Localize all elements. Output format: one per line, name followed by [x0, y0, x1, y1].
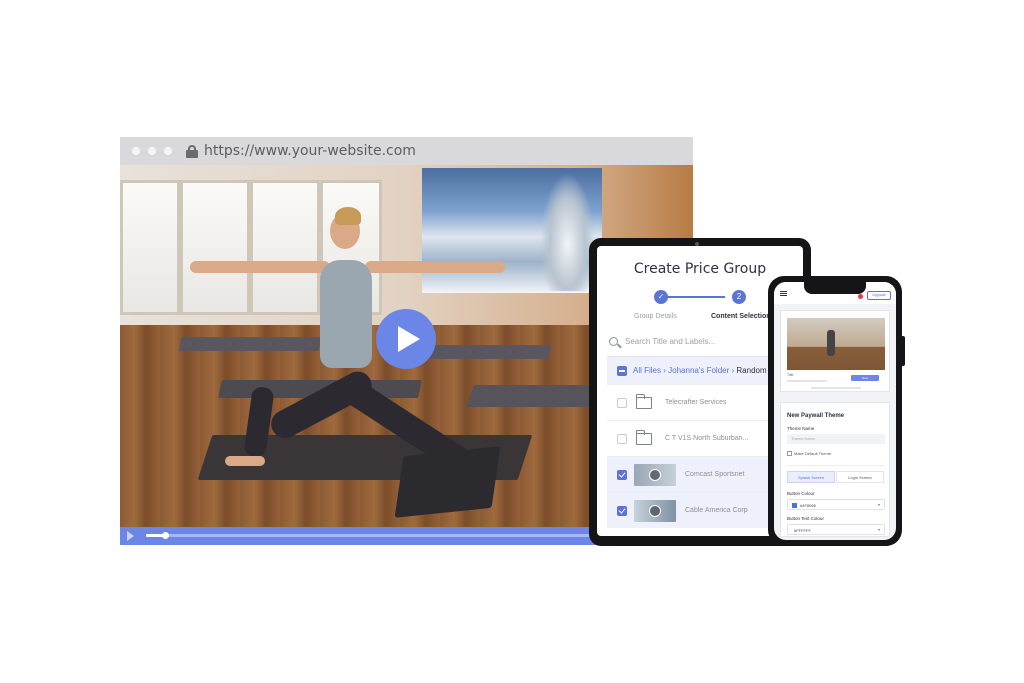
menu-icon[interactable] [780, 291, 787, 296]
progress-bar[interactable] [146, 532, 616, 539]
step-label: Group Details [634, 313, 677, 320]
window-dot[interactable] [132, 147, 140, 155]
folder-icon [635, 430, 652, 445]
video-scene-figure [320, 260, 372, 368]
preview-button[interactable]: Next [851, 375, 879, 381]
button-colour-select[interactable]: #4F8066 ▾ [787, 499, 885, 510]
video-scene-mat [465, 385, 600, 407]
video-scene-window [180, 180, 250, 315]
row-label: Comcast Sportsnet [685, 471, 745, 478]
play-icon[interactable] [127, 531, 134, 541]
video-thumbnail [634, 464, 676, 486]
video-scene-tree [540, 173, 595, 291]
form-heading: New Paywall Theme [787, 413, 845, 419]
row-checkbox[interactable] [617, 398, 627, 408]
video-scene-window [250, 180, 320, 315]
select-all-checkbox[interactable] [617, 366, 627, 376]
tab-login-screen[interactable]: Login Screen [836, 471, 884, 483]
breadcrumb-link[interactable]: Johanna's Folder [668, 366, 729, 375]
video-scene-window [120, 180, 180, 315]
phone-device: Upgrade Title Next New Paywall Theme The… [768, 276, 905, 546]
upgrade-button[interactable]: Upgrade [867, 291, 891, 300]
chevron-down-icon: ▾ [877, 502, 880, 507]
step-indicator[interactable]: 2 [732, 290, 746, 304]
phone-screen: Upgrade Title Next New Paywall Theme The… [774, 282, 896, 540]
step-label: Content Selection [711, 313, 771, 320]
field-label: Button Text Colour [787, 516, 824, 521]
search-placeholder: Search Title and Labels... [625, 337, 716, 346]
browser-address-bar: https://www.your-website.com [120, 137, 693, 165]
select-value: #4F8066 [800, 502, 816, 508]
button-text-colour-select[interactable]: #FFFFFF ▾ [787, 524, 885, 535]
play-icon [649, 469, 661, 481]
window-dot[interactable] [164, 147, 172, 155]
search-icon [609, 337, 618, 346]
url-text[interactable]: https://www.your-website.com [204, 143, 416, 159]
play-button[interactable] [376, 309, 436, 369]
breadcrumb-link[interactable]: All Files [633, 366, 661, 375]
video-scene-figure [335, 207, 361, 225]
theme-name-input[interactable]: Theme Name [787, 434, 885, 444]
theme-name-placeholder: Theme Name [791, 436, 816, 441]
preview-card: Title Next [780, 310, 890, 392]
default-theme-checkbox[interactable] [787, 451, 792, 456]
video-scene-mat [178, 337, 322, 351]
preview-field [787, 380, 827, 382]
phone-notch [804, 282, 866, 294]
row-label: Cable America Corp [685, 507, 748, 514]
field-label: Theme Name [787, 426, 815, 431]
video-thumbnail [634, 500, 676, 522]
row-label: Telecrafter Services [665, 399, 727, 406]
tab-splash-screen[interactable]: Splash Screen [787, 471, 835, 483]
page-title: Create Price Group [633, 261, 767, 277]
row-checkbox[interactable] [617, 506, 627, 516]
breadcrumb: All Files › Johanna's Folder › Random [633, 366, 767, 375]
preview-video[interactable] [787, 318, 885, 370]
video-scene-figure [190, 261, 330, 273]
select-value: #FFFFFF [794, 527, 811, 533]
window-dot[interactable] [148, 147, 156, 155]
play-icon [649, 505, 661, 517]
preview-field [811, 387, 861, 389]
video-scene-figure [225, 456, 265, 466]
row-label: C T V1S North Suburban... [665, 435, 749, 442]
video-scene-mat [418, 345, 552, 359]
row-checkbox[interactable] [617, 434, 627, 444]
chevron-down-icon: ▾ [877, 527, 880, 532]
divider [787, 465, 885, 466]
preview-title-label: Title [787, 373, 794, 377]
breadcrumb-current: Random [736, 366, 767, 375]
colour-swatch [792, 503, 797, 508]
row-checkbox[interactable] [617, 470, 627, 480]
video-scene-figure [365, 261, 505, 273]
field-label: Button Colour [787, 491, 815, 496]
play-icon [398, 326, 420, 352]
lock-icon [186, 144, 198, 158]
phone-side-button [902, 336, 905, 366]
theme-form: New Paywall Theme Theme Name Theme Name … [780, 402, 890, 537]
folder-icon [635, 394, 652, 409]
checkbox-label: Make Default Theme [794, 451, 832, 456]
step-connector [665, 296, 725, 298]
progress-handle[interactable] [161, 532, 169, 539]
notification-dot [858, 294, 863, 299]
video-scene-laptop [394, 446, 501, 518]
